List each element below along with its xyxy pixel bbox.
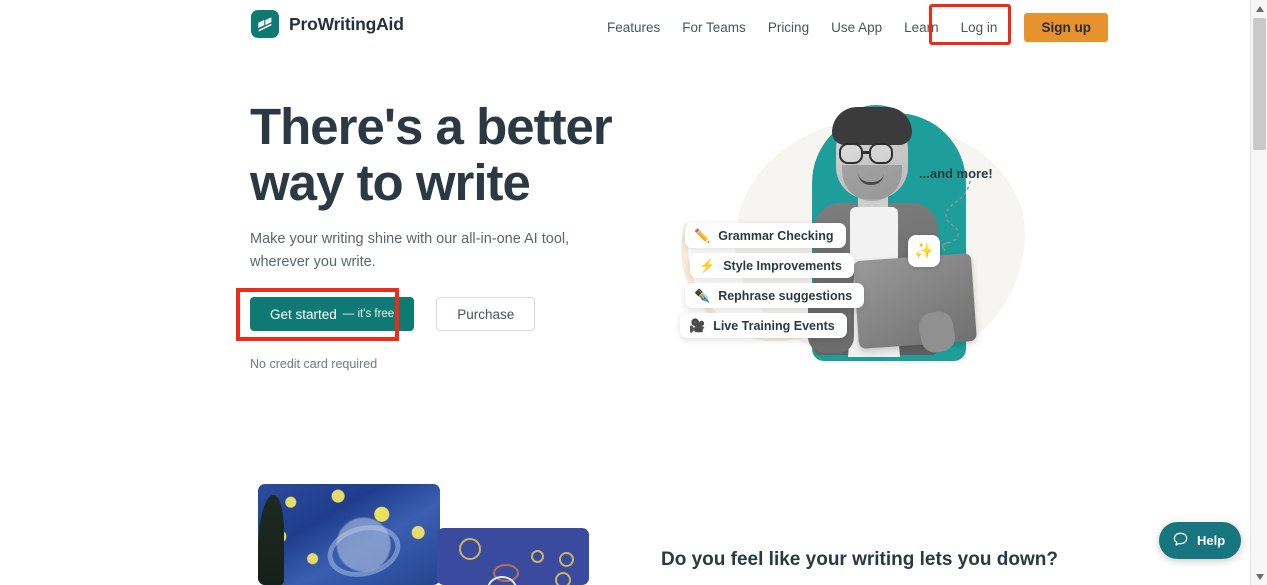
- person-hair: [832, 107, 912, 145]
- hero-cta-row: Get started — it's free Purchase: [250, 297, 536, 331]
- nav-item-learn[interactable]: Learn: [893, 14, 950, 41]
- section-heading: Do you feel like your writing lets you d…: [661, 549, 1058, 570]
- person-glasses-right: [869, 143, 893, 164]
- scroll-down-arrow-icon[interactable]: [1251, 568, 1267, 585]
- purchase-button[interactable]: Purchase: [436, 297, 536, 331]
- and-more-label: ...and more!: [919, 166, 993, 181]
- browser-page: ProWritingAid Features For Teams Pricing…: [0, 0, 1267, 585]
- main-navigation: Features For Teams Pricing Use App Learn…: [596, 13, 1108, 42]
- sparkles-icon: ✨: [908, 235, 940, 267]
- brand-logo[interactable]: ProWritingAid: [251, 10, 404, 38]
- no-credit-card-note: No credit card required: [250, 357, 378, 371]
- person-glasses-left: [839, 143, 863, 164]
- signup-wrapper: Sign up: [1024, 13, 1108, 42]
- brand-name: ProWritingAid: [289, 13, 404, 34]
- get-started-label: Get started: [270, 306, 337, 322]
- speech-bubble-icon: [1172, 531, 1189, 551]
- site-header: ProWritingAid Features For Teams Pricing…: [0, 0, 1250, 49]
- feature-pill-label: Live Training Events: [713, 318, 835, 333]
- nav-item-features[interactable]: Features: [596, 14, 671, 41]
- starry-swirl: [322, 518, 407, 585]
- feature-pill-grammar-checking: ✏️ Grammar Checking: [685, 223, 846, 248]
- laptop: [853, 252, 977, 350]
- sketch-swirl: [459, 538, 481, 560]
- hero-headline: There's a better way to write: [250, 98, 613, 211]
- sketch-swirl: [559, 552, 574, 567]
- hero-illustration: ...and more! ✨ ✏️ Grammar Checking ⚡ Sty…: [640, 95, 1040, 380]
- feature-pill-style-improvements: ⚡ Style Improvements: [690, 253, 854, 278]
- person-glasses-bridge: [863, 151, 869, 154]
- open-book-icon: [251, 10, 279, 38]
- nav-item-pricing[interactable]: Pricing: [757, 14, 820, 41]
- feature-pill-label: Rephrase suggestions: [718, 288, 853, 303]
- help-label: Help: [1197, 533, 1226, 548]
- video-camera-icon: 🎥: [689, 318, 706, 333]
- magic-wand-icon: ✒️: [694, 288, 711, 303]
- nav-item-for-teams[interactable]: For Teams: [671, 14, 757, 41]
- sketch-swirl: [555, 572, 571, 585]
- feature-pill-live-training-events: 🎥 Live Training Events: [680, 313, 847, 338]
- help-widget-button[interactable]: Help: [1159, 522, 1242, 559]
- sketch-swirl: [531, 550, 544, 563]
- get-started-button[interactable]: Get started — it's free: [250, 297, 415, 331]
- starry-night-image: [258, 484, 440, 585]
- starry-cypress: [258, 495, 284, 585]
- sign-up-button[interactable]: Sign up: [1024, 13, 1108, 42]
- get-started-free-suffix: — it's free: [342, 308, 395, 320]
- hero-subheadline: Make your writing shine with our all-in-…: [250, 231, 570, 270]
- feature-pill-label: Grammar Checking: [718, 228, 834, 243]
- feature-pill-rephrase-suggestions: ✒️ Rephrase suggestions: [685, 283, 865, 308]
- vertical-scrollbar[interactable]: [1250, 0, 1267, 585]
- nav-item-log-in[interactable]: Log in: [950, 14, 1009, 41]
- nav-item-use-app[interactable]: Use App: [820, 14, 893, 41]
- pencil-icon: ✏️: [694, 228, 711, 243]
- scrollbar-thumb[interactable]: [1253, 18, 1266, 150]
- scroll-up-arrow-icon[interactable]: [1251, 0, 1267, 17]
- lightning-icon: ⚡: [699, 258, 716, 273]
- feature-pill-label: Style Improvements: [723, 258, 842, 273]
- simplified-sketch-image: [437, 528, 589, 585]
